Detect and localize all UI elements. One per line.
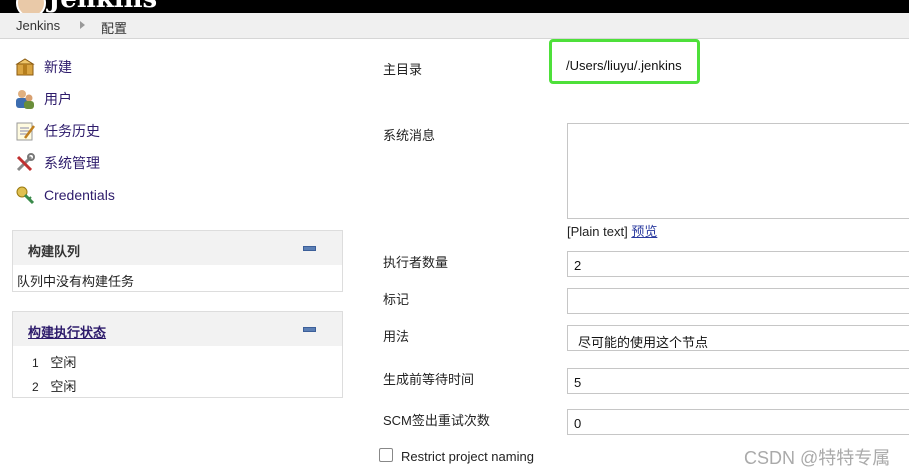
task-label[interactable]: 用户 (44, 89, 72, 109)
quiet-period-label: 生成前等待时间 (383, 372, 475, 387)
task-build-history[interactable]: 任务历史 (14, 119, 100, 143)
scm-retry-input[interactable]: 0 (567, 409, 909, 435)
executor-row: 1 空闲 (32, 352, 76, 371)
key-icon (14, 184, 36, 206)
executor-row: 2 空闲 (32, 376, 76, 395)
home-dir-label: 主目录 (383, 62, 423, 77)
executors-count-input[interactable]: 2 (567, 251, 909, 277)
jenkins-logo-text[interactable]: Jenkins (48, 0, 157, 12)
build-queue-panel: 构建队列 队列中没有构建任务 (12, 230, 343, 292)
usage-label: 用法 (383, 329, 410, 344)
executor-num: 2 (32, 380, 39, 394)
home-dir-value: /Users/liuyu/.jenkins (566, 58, 682, 73)
executor-status: 空闲 (50, 355, 77, 370)
task-label[interactable]: 任务历史 (44, 121, 100, 141)
breadcrumb-jenkins[interactable]: Jenkins (16, 18, 60, 33)
labels-input[interactable] (567, 288, 909, 314)
task-manage[interactable]: 系统管理 (14, 151, 100, 175)
top-header: Jenkins (0, 0, 909, 13)
breadcrumb-arrow-icon[interactable] (80, 21, 85, 29)
task-label[interactable]: Credentials (44, 187, 115, 203)
scm-retry-label: SCM签出重试次数 (383, 413, 490, 428)
restrict-naming-checkbox[interactable] (379, 448, 393, 462)
build-queue-title: 构建队列 (28, 244, 81, 259)
build-queue-header: 构建队列 (13, 231, 342, 265)
task-label[interactable]: 新建 (44, 57, 72, 77)
executors-header: 构建执行状态 (13, 312, 342, 346)
usage-select[interactable]: 尽可能的使用这个节点 (567, 325, 909, 351)
collapse-icon[interactable] (303, 327, 316, 332)
collapse-icon[interactable] (303, 246, 316, 251)
task-label[interactable]: 系统管理 (44, 153, 100, 173)
system-message-label: 系统消息 (383, 128, 436, 143)
new-item-icon (14, 56, 36, 78)
jenkins-logo-icon[interactable] (16, 0, 46, 13)
tools-icon (14, 152, 36, 174)
restrict-naming-label[interactable]: Restrict project naming (401, 449, 534, 464)
quiet-period-input[interactable]: 5 (567, 368, 909, 394)
executor-status: 空闲 (50, 379, 77, 394)
preview-link[interactable]: 预览 (631, 224, 657, 239)
task-new-item[interactable]: 新建 (14, 55, 72, 79)
notepad-icon (14, 120, 36, 142)
executors-title[interactable]: 构建执行状态 (28, 322, 106, 341)
breadcrumb-config[interactable]: 配置 (101, 18, 127, 37)
users-icon (14, 88, 36, 110)
task-users[interactable]: 用户 (14, 87, 72, 111)
build-queue-empty: 队列中没有构建任务 (17, 274, 135, 289)
task-credentials[interactable]: Credentials (14, 183, 115, 207)
watermark: CSDN @特特专属 (744, 448, 891, 468)
breadcrumb: Jenkins 配置 (0, 13, 909, 39)
executors-panel: 构建执行状态 1 空闲 2 空闲 (12, 311, 343, 398)
labels-label: 标记 (383, 292, 410, 307)
executor-num: 1 (32, 356, 39, 370)
system-message-textarea[interactable] (567, 123, 909, 219)
plain-text-note: [Plain text] (567, 224, 628, 239)
executors-count-label: 执行者数量 (383, 255, 449, 270)
system-message-help: [Plain text] 预览 (567, 221, 657, 240)
home-dir-highlight: /Users/liuyu/.jenkins (549, 39, 700, 84)
